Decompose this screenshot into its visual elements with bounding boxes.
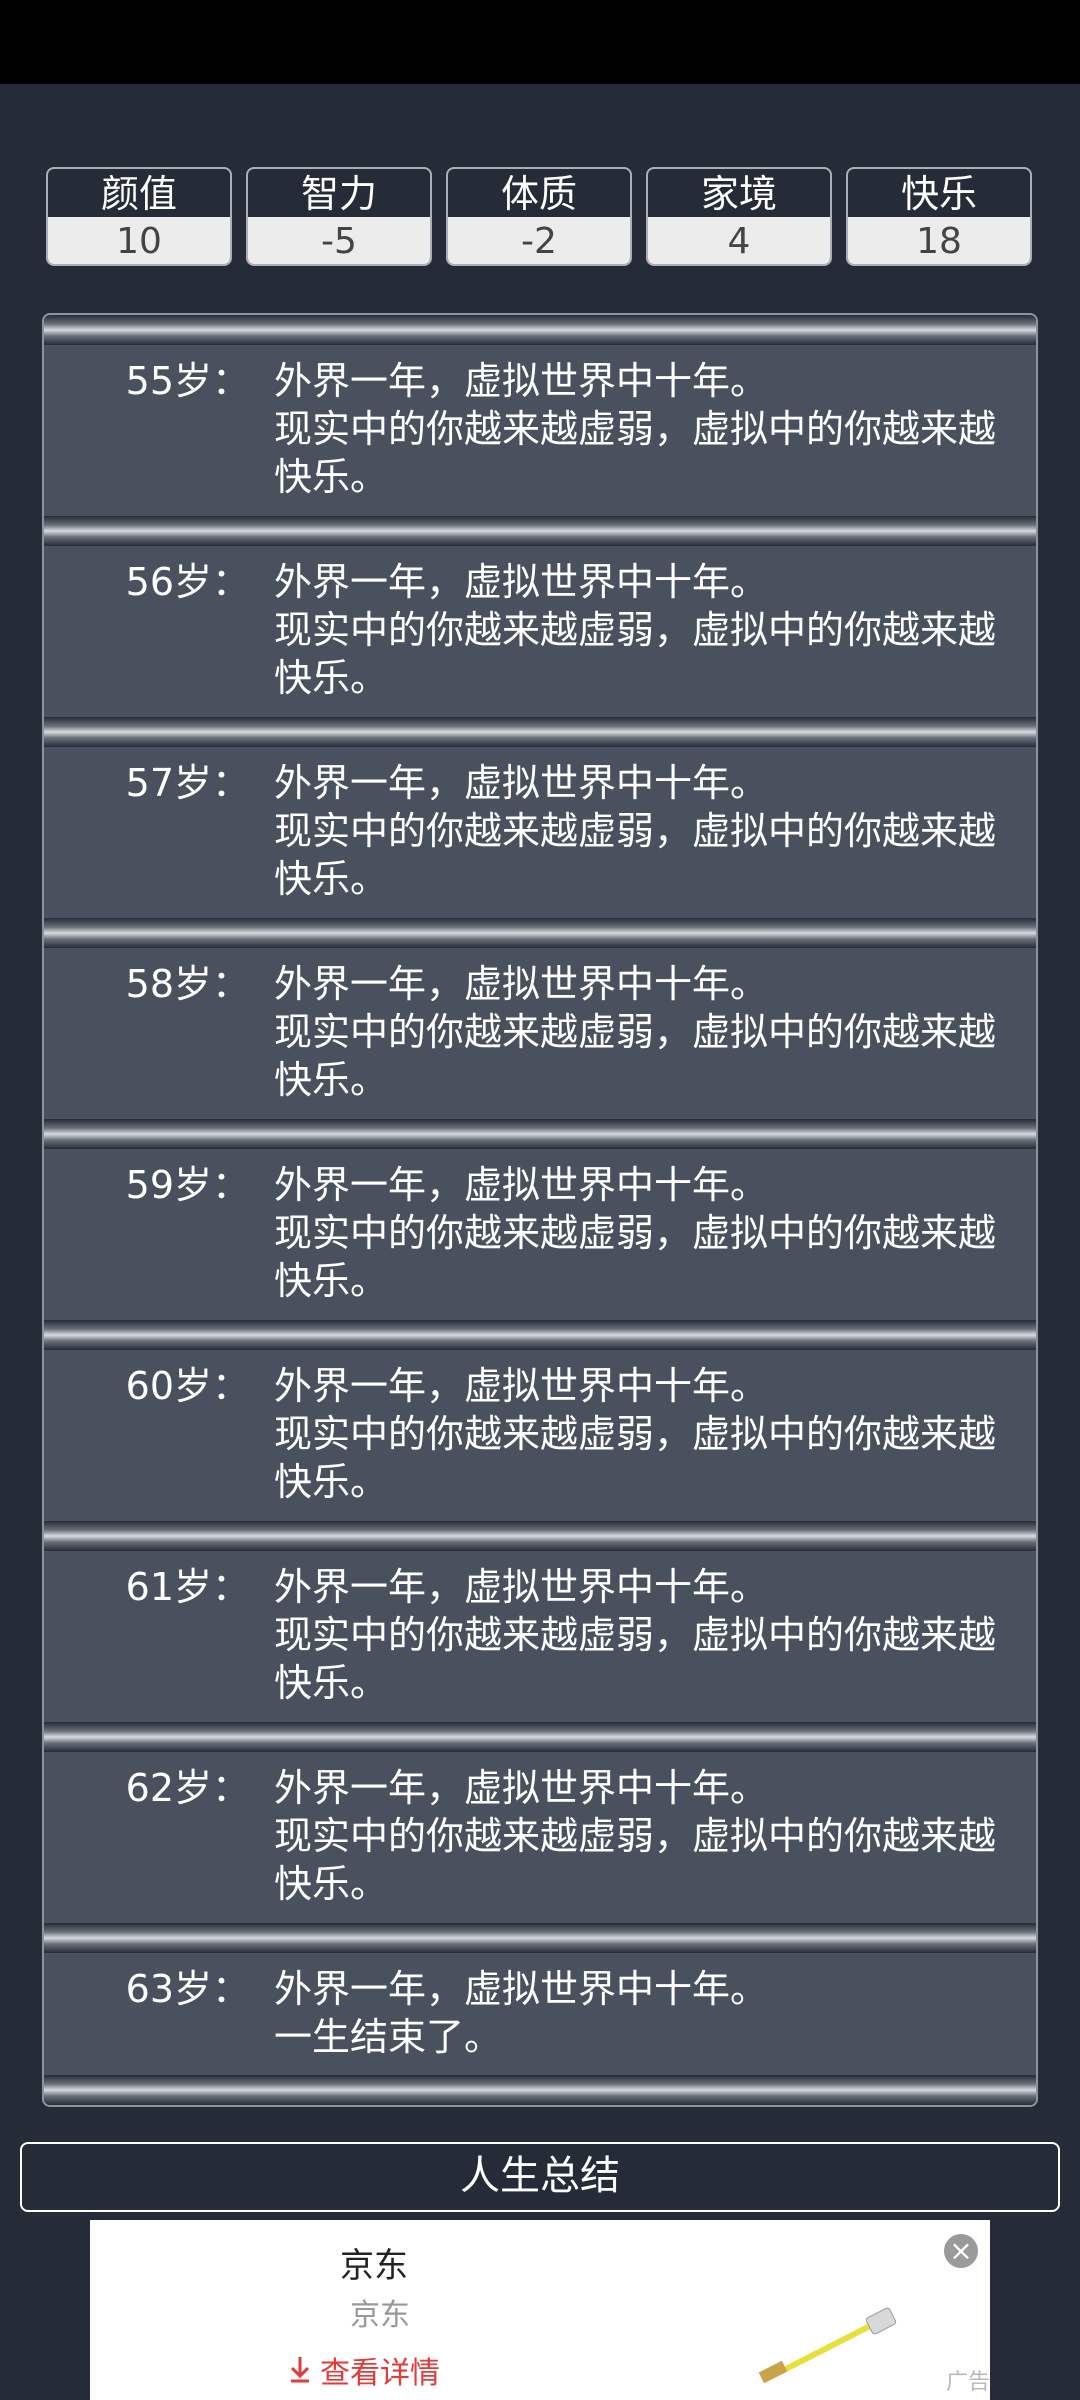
entry-line: 现实中的你越来越虚弱，虚拟中的你越来越快乐。	[274, 1613, 997, 1705]
ad-banner[interactable]: 京东 京东 查看详情 × 广告	[90, 2220, 990, 2400]
entry-line: 现实中的你越来越虚弱，虚拟中的你越来越快乐。	[274, 1211, 997, 1303]
entry-line: 现实中的你越来越虚弱，虚拟中的你越来越快乐。	[274, 1814, 997, 1906]
entry-line: 外界一年，虚拟世界中十年。	[274, 1766, 769, 1810]
entry-line: 外界一年，虚拟世界中十年。	[274, 1163, 769, 1207]
entry-line: 外界一年，虚拟世界中十年。	[274, 962, 769, 1006]
entry-text: 外界一年，虚拟世界中十年。 现实中的你越来越虚弱，虚拟中的你越来越快乐。	[274, 1362, 1004, 1506]
entry-age: 61岁：	[125, 1565, 250, 1609]
status-bar	[0, 0, 1080, 84]
entry-text: 外界一年，虚拟世界中十年。 现实中的你越来越虚弱，虚拟中的你越来越快乐。	[274, 759, 1004, 903]
entry-line: 外界一年，虚拟世界中十年。	[274, 1364, 769, 1408]
stat-label: 智力	[300, 172, 377, 216]
attribute-bar: 颜值 10 智力 -5 体质 -2 家境 4 快乐 18	[46, 167, 1034, 268]
entry-line: 现实中的你越来越虚弱，虚拟中的你越来越快乐。	[274, 809, 997, 901]
ad-product-image	[650, 2260, 960, 2400]
entry-line: 外界一年，虚拟世界中十年。	[274, 560, 769, 604]
entry-age: 57岁：	[125, 761, 250, 805]
stat-label: 快乐	[900, 172, 977, 216]
stat-value: -5	[248, 217, 430, 264]
entry-line: 现实中的你越来越虚弱，虚拟中的你越来越快乐。	[274, 608, 997, 700]
ad-label: 广告	[945, 2370, 990, 2395]
divider	[44, 717, 1036, 747]
stat-label: 颜值	[100, 172, 177, 216]
entry-line: 现实中的你越来越虚弱，虚拟中的你越来越快乐。	[274, 1412, 997, 1504]
entry-age: 59岁：	[125, 1163, 250, 1207]
divider	[44, 315, 1036, 345]
ad-subtitle: 京东	[350, 2298, 410, 2333]
entry-age: 55岁：	[125, 359, 250, 403]
entry-age: 62岁：	[125, 1766, 250, 1810]
stat-appearance: 颜值 10	[46, 167, 232, 266]
log-entry: 57岁： 外界一年，虚拟世界中十年。 现实中的你越来越虚弱，虚拟中的你越来越快乐…	[44, 747, 1036, 918]
entry-text: 外界一年，虚拟世界中十年。 现实中的你越来越虚弱，虚拟中的你越来越快乐。	[274, 1161, 1004, 1305]
stat-intelligence: 智力 -5	[246, 167, 432, 266]
entry-age: 63岁：	[125, 1967, 250, 2011]
entry-age: 58岁：	[125, 962, 250, 1006]
life-summary-button[interactable]: 人生总结	[20, 2142, 1060, 2212]
log-entry: 60岁： 外界一年，虚拟世界中十年。 现实中的你越来越虚弱，虚拟中的你越来越快乐…	[44, 1350, 1036, 1521]
entry-age: 56岁：	[125, 560, 250, 604]
ad-view-details-link[interactable]: 查看详情	[288, 2348, 440, 2392]
entry-text: 外界一年，虚拟世界中十年。 现实中的你越来越虚弱，虚拟中的你越来越快乐。	[274, 558, 1004, 702]
entry-text: 外界一年，虚拟世界中十年。 一生结束了。	[274, 1965, 1004, 2061]
stat-family: 家境 4	[646, 167, 832, 266]
entry-line: 现实中的你越来越虚弱，虚拟中的你越来越快乐。	[274, 407, 997, 499]
entry-line: 现实中的你越来越虚弱，虚拟中的你越来越快乐。	[274, 1010, 997, 1102]
log-entry: 62岁： 外界一年，虚拟世界中十年。 现实中的你越来越虚弱，虚拟中的你越来越快乐…	[44, 1752, 1036, 1923]
entry-line: 外界一年，虚拟世界中十年。	[274, 761, 769, 805]
divider	[44, 1722, 1036, 1752]
divider	[44, 516, 1036, 546]
log-entry: 63岁： 外界一年，虚拟世界中十年。 一生结束了。	[44, 1953, 1036, 2075]
divider	[44, 1521, 1036, 1551]
stat-constitution: 体质 -2	[446, 167, 632, 266]
divider	[44, 1320, 1036, 1350]
divider	[44, 1923, 1036, 1953]
entry-age: 60岁：	[125, 1364, 250, 1408]
divider	[44, 2075, 1036, 2105]
log-entry: 59岁： 外界一年，虚拟世界中十年。 现实中的你越来越虚弱，虚拟中的你越来越快乐…	[44, 1149, 1036, 1320]
entry-text: 外界一年，虚拟世界中十年。 现实中的你越来越虚弱，虚拟中的你越来越快乐。	[274, 357, 1004, 501]
stat-value: 10	[48, 217, 230, 264]
life-log[interactable]: 55岁： 外界一年，虚拟世界中十年。 现实中的你越来越虚弱，虚拟中的你越来越快乐…	[42, 313, 1038, 2107]
stat-label: 家境	[700, 172, 777, 216]
log-entry: 55岁： 外界一年，虚拟世界中十年。 现实中的你越来越虚弱，虚拟中的你越来越快乐…	[44, 345, 1036, 516]
divider	[44, 918, 1036, 948]
stat-happiness: 快乐 18	[846, 167, 1032, 266]
ad-title: 京东	[340, 2246, 408, 2286]
divider	[44, 1119, 1036, 1149]
download-arrow-icon	[288, 2355, 314, 2391]
stat-value: -2	[448, 217, 630, 264]
log-entry: 61岁： 外界一年，虚拟世界中十年。 现实中的你越来越虚弱，虚拟中的你越来越快乐…	[44, 1551, 1036, 1722]
entry-line: 一生结束了。	[274, 2015, 503, 2059]
log-entry: 56岁： 外界一年，虚拟世界中十年。 现实中的你越来越虚弱，虚拟中的你越来越快乐…	[44, 546, 1036, 717]
entry-text: 外界一年，虚拟世界中十年。 现实中的你越来越虚弱，虚拟中的你越来越快乐。	[274, 1764, 1004, 1908]
stat-value: 4	[648, 217, 830, 264]
entry-line: 外界一年，虚拟世界中十年。	[274, 359, 769, 403]
stat-value: 18	[848, 217, 1030, 264]
entry-line: 外界一年，虚拟世界中十年。	[274, 1967, 769, 2011]
entry-text: 外界一年，虚拟世界中十年。 现实中的你越来越虚弱，虚拟中的你越来越快乐。	[274, 960, 1004, 1104]
entry-text: 外界一年，虚拟世界中十年。 现实中的你越来越虚弱，虚拟中的你越来越快乐。	[274, 1563, 1004, 1707]
ad-cta-label: 查看详情	[320, 2356, 440, 2391]
stat-label: 体质	[500, 172, 577, 216]
entry-line: 外界一年，虚拟世界中十年。	[274, 1565, 769, 1609]
log-entry: 58岁： 外界一年，虚拟世界中十年。 现实中的你越来越虚弱，虚拟中的你越来越快乐…	[44, 948, 1036, 1119]
